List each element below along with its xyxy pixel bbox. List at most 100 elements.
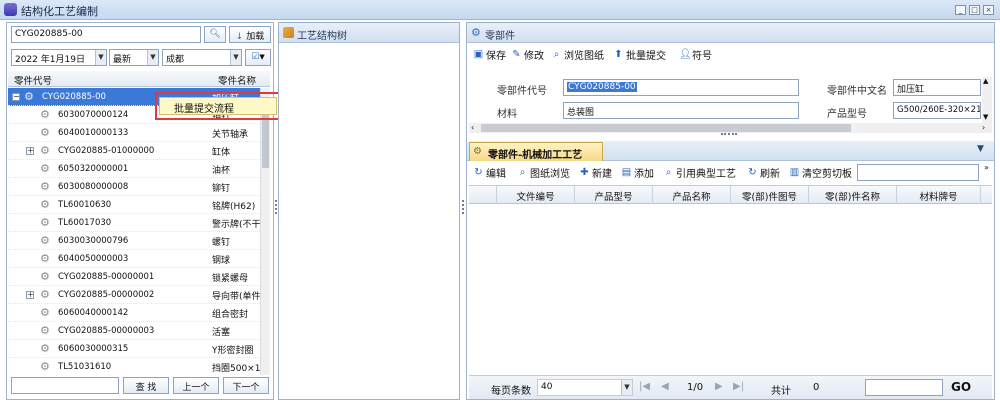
part-gear-icon: ⚙ xyxy=(40,216,50,229)
next-button[interactable]: 下一个 xyxy=(223,377,269,394)
reference-typical-process-label: 引用典型工艺 xyxy=(676,169,736,180)
scrollbar-thumb[interactable] xyxy=(481,124,851,132)
per-page-value: 40 xyxy=(541,382,553,392)
context-menu-item-batch-submit[interactable]: 批量提交流程 xyxy=(159,97,277,115)
symbol-button[interactable]: 👤︎ 符号 xyxy=(679,47,712,62)
edit-process-button[interactable]: ↻ 编辑 xyxy=(473,165,506,180)
tab-menu-icon[interactable]: ▼ xyxy=(977,144,984,154)
tree-row[interactable]: ⚙ 6030030000796 螺钉 xyxy=(8,232,270,250)
minimize-button[interactable]: _ xyxy=(955,5,966,15)
drawing-browse-button[interactable]: ⌕ 图纸浏览 xyxy=(517,165,570,180)
find-input[interactable] xyxy=(11,377,119,394)
part-gear-icon: ⚙ xyxy=(40,126,50,139)
goto-page-input[interactable] xyxy=(865,379,943,396)
product-model-field[interactable]: G500/260E-320×212 xyxy=(893,102,981,119)
browse-drawing-button[interactable]: ⌕ 浏览图纸 xyxy=(551,47,604,62)
panel-header: 工艺结构树 xyxy=(279,23,459,43)
version-select[interactable]: 最新 ▼ xyxy=(109,49,159,66)
context-menu-label: 批量提交流程 xyxy=(174,104,234,115)
tree-row[interactable]: ⚙ 6040050000003 钢球 xyxy=(8,250,270,268)
column-header-part-name[interactable]: 零(部)件名称 xyxy=(809,186,897,204)
tab-label: 零部件-机械加工工艺 xyxy=(488,150,583,161)
date-value: 2022 年1月19日 xyxy=(15,55,85,65)
find-button[interactable]: 查 找 xyxy=(123,377,169,394)
last-page-icon[interactable]: ▶| xyxy=(733,381,744,392)
form-horizontal-scrollbar[interactable]: ‹ › xyxy=(469,123,992,133)
filter-options-button[interactable]: ☑▼ xyxy=(245,49,271,66)
go-button[interactable]: GO xyxy=(951,380,971,394)
clear-clipboard-button[interactable]: ▥ 清空剪切板 xyxy=(789,165,852,180)
column-header-product-name[interactable]: 产品名称 xyxy=(653,186,731,204)
column-header-code[interactable]: 零件代号 xyxy=(14,73,52,87)
add-button[interactable]: ▤ 添加 xyxy=(621,165,654,180)
prev-page-icon[interactable]: ◀ xyxy=(661,381,669,392)
splitter-grip[interactable] xyxy=(462,200,464,214)
overflow-chevron-icon[interactable]: » xyxy=(984,163,989,172)
column-header-material-grade[interactable]: 材料牌号 xyxy=(897,186,981,204)
part-gear-icon: ⚙ xyxy=(40,234,50,247)
edit-button[interactable]: ✎ 修改 xyxy=(511,47,544,62)
part-search-input[interactable]: CYG020885-00 xyxy=(11,26,201,43)
column-header-name[interactable]: 零件名称 xyxy=(218,73,256,87)
expand-icon[interactable]: + xyxy=(26,291,34,299)
toolbar-search-input[interactable] xyxy=(857,164,979,181)
reference-typical-process-button[interactable]: ⌕ 引用典型工艺 xyxy=(663,165,736,180)
chevron-down-icon[interactable]: ▼ xyxy=(95,50,106,65)
site-value: 成都 xyxy=(166,55,185,65)
part-toolbar: ▣ 保存 ✎ 修改 ⌕ 浏览图纸 ⬆ 批量提交 👤︎ 符号 xyxy=(471,47,991,63)
form-vertical-scrollbar[interactable]: ▲ ▼ xyxy=(982,77,992,123)
tree-row[interactable]: ⚙ TL60010630 铭牌(H62) xyxy=(8,196,270,214)
pencil-icon: ✎ xyxy=(512,49,521,60)
column-header-product-model[interactable]: 产品型号 xyxy=(575,186,653,204)
first-page-icon[interactable]: |◀ xyxy=(639,381,650,392)
chevron-down-icon: ▼ xyxy=(259,53,265,61)
maximize-button[interactable]: □ xyxy=(969,5,980,15)
close-button[interactable]: × xyxy=(983,5,994,15)
part-code: 6050320000001 xyxy=(58,164,129,174)
material-field[interactable]: 总装图 xyxy=(563,102,799,119)
tree-row[interactable]: ⚙ 6060040000142 组合密封 xyxy=(8,304,270,322)
tree-row[interactable]: ⚙ 6050320000001 油杯 xyxy=(8,160,270,178)
scroll-down-icon[interactable]: ▼ xyxy=(983,113,988,121)
expand-icon[interactable]: + xyxy=(26,147,34,155)
tree-row[interactable]: ⚙ TL60017030 警示牌(不干 xyxy=(8,214,270,232)
batch-submit-button[interactable]: ⬆ 批量提交 xyxy=(613,47,666,62)
tree-row[interactable]: + ⚙ CYG020885-00000002 导向带(单件 xyxy=(8,286,270,304)
search-button[interactable]: 🔍︎ xyxy=(204,26,226,43)
date-picker[interactable]: 2022 年1月19日 ▼ xyxy=(11,49,107,66)
tree-row[interactable]: ⚙ 6040010000133 关节轴承 xyxy=(8,124,270,142)
collapse-icon[interactable]: − xyxy=(12,93,20,101)
user-icon: 👤︎ xyxy=(679,49,692,60)
tree-row[interactable]: ⚙ 6060030000315 Y形密封圈 xyxy=(8,340,270,358)
per-page-select[interactable]: 40 ▼ xyxy=(537,379,633,396)
part-cn-name-field[interactable]: 加压缸 xyxy=(893,79,981,96)
column-header-part-drawing-number[interactable]: 零(部)件图号 xyxy=(731,186,809,204)
tab-machining-process[interactable]: ⚙ 零部件-机械加工工艺 xyxy=(469,142,603,161)
site-select[interactable]: 成都 ▼ xyxy=(162,49,242,66)
symbol-button-label: 符号 xyxy=(692,51,712,62)
scroll-right-icon[interactable]: › xyxy=(982,123,985,133)
tree-row[interactable]: ⚙ CYG020885-00000001 锁紧螺母 xyxy=(8,268,270,286)
next-page-icon[interactable]: ▶ xyxy=(715,381,723,392)
scroll-left-icon[interactable]: ‹ xyxy=(471,123,474,133)
panel-header: ⚙ 零部件 xyxy=(467,23,994,43)
new-button[interactable]: ✚ 新建 xyxy=(579,165,612,180)
tree-row[interactable]: ⚙ TL51031610 挡圈500×1 xyxy=(8,358,270,375)
tree-row[interactable]: + ⚙ CYG020885-01000000 缸体 xyxy=(8,142,270,160)
refresh-button[interactable]: ↻ 刷新 xyxy=(747,165,780,180)
part-code-field[interactable]: CYG020885-00 xyxy=(563,79,799,96)
tree-row[interactable]: ⚙ CYG020885-00000003 活塞 xyxy=(8,322,270,340)
chevron-down-icon[interactable]: ▼ xyxy=(621,380,632,395)
tree-scrollbar[interactable] xyxy=(260,88,270,375)
splitter-grip[interactable] xyxy=(275,200,277,214)
edit-button-label: 修改 xyxy=(524,51,544,62)
splitter-grip[interactable] xyxy=(721,133,737,136)
chevron-down-icon[interactable]: ▼ xyxy=(230,50,241,65)
column-header-file-number[interactable]: 文件编号 xyxy=(497,186,575,204)
previous-button[interactable]: 上一个 xyxy=(173,377,219,394)
tree-row[interactable]: ⚙ 6030080000008 铆钉 xyxy=(8,178,270,196)
save-button[interactable]: ▣ 保存 xyxy=(473,47,506,62)
scroll-up-icon[interactable]: ▲ xyxy=(983,77,988,85)
load-button[interactable]: ↓ 加载 xyxy=(229,26,271,43)
chevron-down-icon[interactable]: ▼ xyxy=(147,50,158,65)
